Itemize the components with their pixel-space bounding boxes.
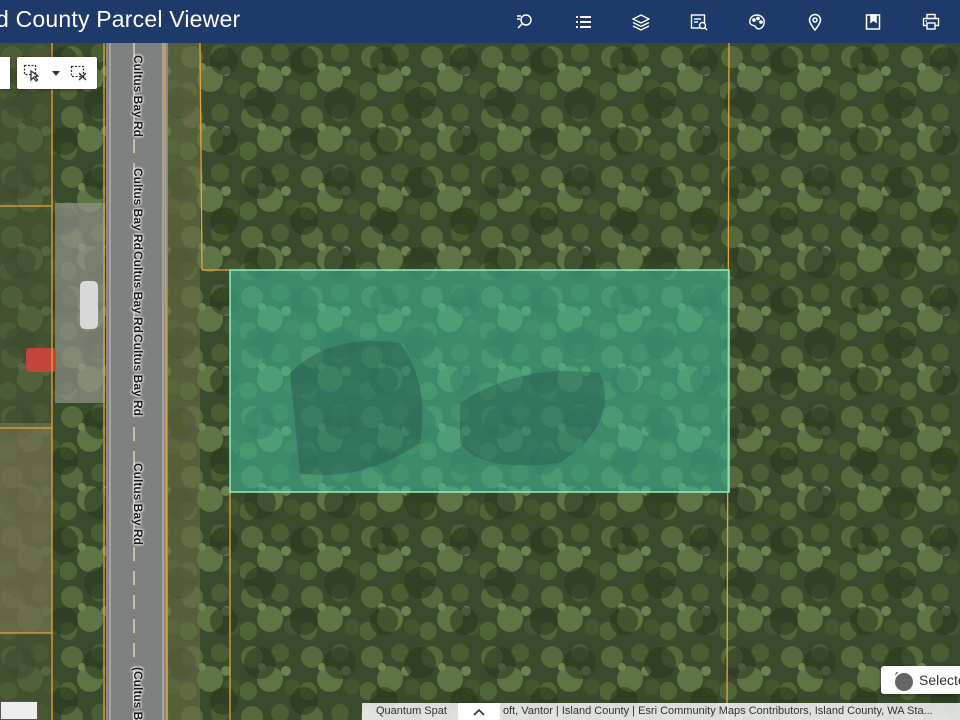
query-tool-button[interactable] <box>670 0 728 43</box>
map-attribution: Quantum Spat oft, Vantor | Island County … <box>362 703 960 720</box>
road-label: Cultus Bay Rd <box>131 334 145 417</box>
select-cursor-icon <box>23 64 40 82</box>
app-header: d County Parcel Viewer <box>0 0 960 43</box>
app-title: d County Parcel Viewer <box>0 6 241 32</box>
chevron-up-icon <box>473 708 485 716</box>
header-toolbar <box>496 0 960 43</box>
palette-icon <box>749 13 765 30</box>
map-view[interactable]: Cultus Bay Rd Cultus Bay Rd Cultus Bay R… <box>0 43 960 720</box>
attribution-text-rest: oft, Vantor | Island County | Esri Commu… <box>502 705 933 717</box>
road-label: Cultus Bay Rd <box>131 463 145 546</box>
attribution-text: Quantum Spat <box>376 705 447 717</box>
layers-tool-button[interactable] <box>612 0 670 43</box>
overlay-badge <box>893 671 915 693</box>
selection-toolbar <box>17 57 97 89</box>
bookmark-icon <box>865 13 881 30</box>
clear-selection-icon <box>70 65 87 81</box>
map-pin-icon <box>808 13 822 31</box>
road-label: Cultus Bay Rd <box>131 55 145 138</box>
caret-down-icon <box>52 71 60 76</box>
search-list-icon <box>517 13 532 29</box>
zoom-control[interactable] <box>0 57 10 89</box>
layers-icon <box>632 13 650 31</box>
legend-tool-button[interactable] <box>554 0 612 43</box>
road-label: Cultus Bay Rd <box>131 168 145 251</box>
road-label: Cultus Bay Rd <box>131 251 145 334</box>
table-search-icon <box>690 13 708 30</box>
search-tool-button[interactable] <box>496 0 554 43</box>
printer-icon <box>922 13 940 30</box>
location-tool-button[interactable] <box>786 0 844 43</box>
select-by-click-button[interactable] <box>17 57 47 89</box>
clear-selection-button[interactable] <box>65 57 93 89</box>
list-icon <box>576 15 591 28</box>
scale-bar <box>0 701 38 720</box>
basemap-tool-button[interactable] <box>728 0 786 43</box>
bookmarks-tool-button[interactable] <box>844 0 902 43</box>
attribution-expand-button[interactable] <box>458 703 500 720</box>
select-mode-dropdown[interactable] <box>47 57 65 89</box>
print-tool-button[interactable] <box>902 0 960 43</box>
road-label: (Cultus Ba <box>131 667 145 720</box>
select-features-label: Selecte <box>919 672 960 688</box>
